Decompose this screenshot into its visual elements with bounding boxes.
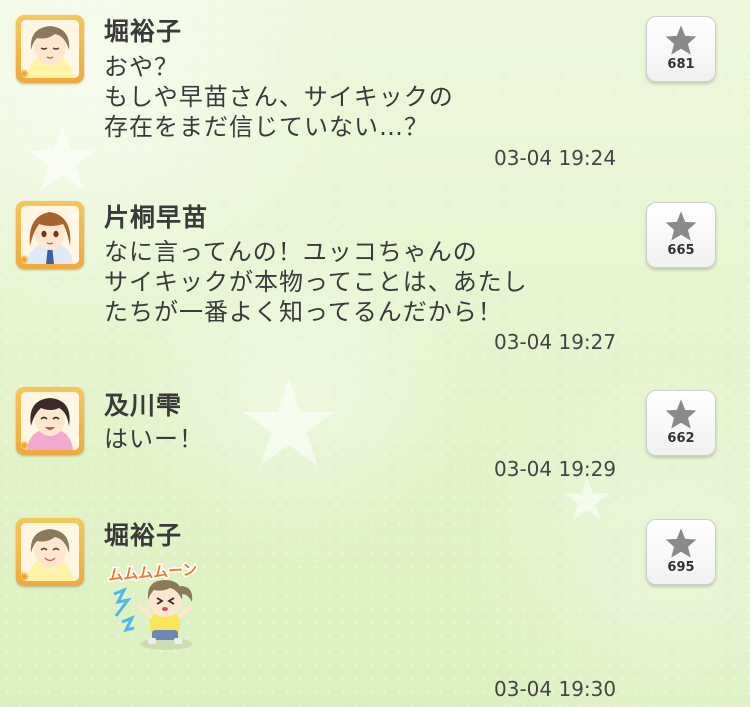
like-button[interactable]: 695 (646, 519, 716, 585)
avatar[interactable]: ✺ (16, 518, 84, 586)
message-text: はいー！ (104, 425, 204, 453)
like-count: 681 (667, 57, 695, 72)
message-timestamp: 03-04 19:27 (494, 330, 617, 354)
sender-name: 堀裕子 (104, 521, 183, 550)
message-timestamp: 03-04 19:24 (494, 146, 617, 170)
message-timestamp: 03-04 19:29 (494, 457, 617, 481)
sender-name: 片桐早苗 (104, 203, 209, 232)
message-timestamp: 03-04 19:30 (494, 677, 617, 701)
star-icon (665, 25, 697, 55)
message-text: おや？ もしや早苗さん、サイキックの 存在をまだ信じていない…？ (104, 53, 454, 141)
like-button[interactable]: 665 (646, 202, 716, 268)
like-count: 665 (667, 243, 695, 258)
star-icon (665, 528, 697, 558)
message-text: なに言ってんの！ユッコちゃんの サイキックが本物ってことは、あたし たちが一番よ… (104, 238, 528, 326)
background-star-icon: ★ (22, 107, 103, 212)
sun-badge-icon: ✺ (19, 570, 30, 584)
stamp-caption: ムムムムーン (108, 560, 198, 584)
avatar[interactable]: ✺ (16, 201, 84, 269)
sun-badge-icon: ✺ (19, 253, 30, 267)
sender-name: 堀裕子 (104, 17, 183, 46)
avatar[interactable]: ✺ (16, 15, 84, 83)
like-button[interactable]: 662 (646, 390, 716, 456)
stamp-sticker: ムムムムーン (104, 556, 216, 656)
avatar[interactable]: ✺ (16, 387, 84, 455)
like-button[interactable]: 681 (646, 16, 716, 82)
background-star-icon: ★ (235, 355, 343, 494)
like-count: 662 (667, 431, 695, 446)
star-icon (665, 211, 697, 241)
like-count: 695 (667, 560, 695, 575)
sun-badge-icon: ✺ (19, 67, 30, 81)
star-icon (665, 399, 697, 429)
sender-name: 及川雫 (104, 391, 183, 420)
sun-badge-icon: ✺ (19, 439, 30, 453)
